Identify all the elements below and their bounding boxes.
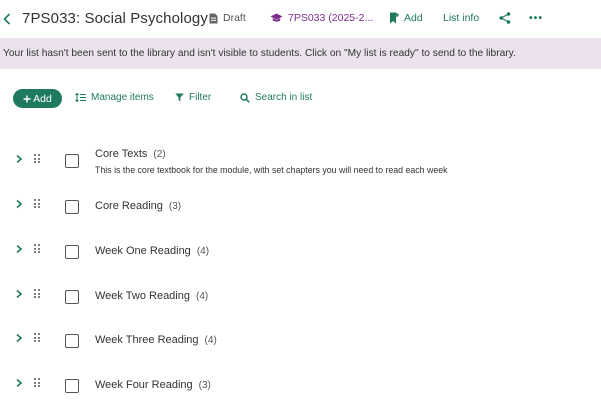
drag-handle-icon[interactable] xyxy=(34,154,40,163)
back-button[interactable] xyxy=(0,8,14,30)
chevron-right-icon[interactable] xyxy=(14,199,24,209)
share-icon xyxy=(499,12,511,24)
add-label: Add xyxy=(404,12,423,24)
section-description: This is the core textbook for the module… xyxy=(95,165,448,175)
filter-label: Filter xyxy=(189,92,212,103)
section-checkbox[interactable] xyxy=(65,245,79,259)
section-title[interactable]: Week Two Reading (4) xyxy=(95,290,208,302)
add-item-label: Add xyxy=(33,92,52,105)
section-title-text: Week One Reading xyxy=(95,245,191,257)
list-title: 7PS033: Social Psychology xyxy=(22,10,208,27)
drag-handle-icon[interactable] xyxy=(34,378,40,387)
module-label: 7PS033 (2025-2... xyxy=(288,12,374,24)
section-checkbox[interactable] xyxy=(65,200,79,214)
section-count: (4) xyxy=(204,335,217,346)
top-bar: 7PS033: Social Psychology Draft 7PS033 (… xyxy=(0,0,601,38)
section-row[interactable]: Week Three Reading (4) xyxy=(0,327,601,357)
section-checkbox[interactable] xyxy=(65,334,79,348)
chevron-right-icon[interactable] xyxy=(14,333,24,343)
add-bookmark-button[interactable]: Add xyxy=(389,12,423,24)
drag-handle-icon[interactable] xyxy=(34,289,40,298)
drag-handle-icon[interactable] xyxy=(34,244,40,253)
filter-icon xyxy=(175,93,184,102)
section-checkbox[interactable] xyxy=(65,379,79,393)
section-title[interactable]: Week Three Reading (4) xyxy=(95,334,217,346)
section-row[interactable]: Core Texts (2) This is the core textbook … xyxy=(0,146,601,176)
draft-status: Draft xyxy=(209,12,246,24)
manage-items-button[interactable]: Manage items xyxy=(75,92,154,103)
section-title-text: Week Four Reading xyxy=(95,379,193,391)
more-options-button[interactable]: ••• xyxy=(529,12,543,24)
banner-text: Your list hasn't been sent to the librar… xyxy=(3,48,516,59)
section-title-text: Week Two Reading xyxy=(95,290,190,302)
graduation-cap-icon xyxy=(270,13,283,22)
chevron-right-icon[interactable] xyxy=(14,289,24,299)
list-info-link[interactable]: List info xyxy=(443,12,479,24)
section-title-text: Core Texts xyxy=(95,148,148,160)
document-icon xyxy=(209,13,218,23)
plus-icon xyxy=(23,95,31,102)
section-title[interactable]: Core Reading (3) xyxy=(95,200,181,212)
more-icon: ••• xyxy=(529,12,544,24)
chevron-right-icon[interactable] xyxy=(14,244,24,254)
search-icon xyxy=(240,92,250,103)
section-count: (4) xyxy=(195,291,209,302)
drag-handle-icon[interactable] xyxy=(34,333,40,342)
list-info-label: List info xyxy=(443,12,480,24)
section-count: (4) xyxy=(196,246,210,257)
chevron-right-icon[interactable] xyxy=(14,154,24,164)
section-checkbox[interactable] xyxy=(65,290,79,304)
module-link[interactable]: 7PS033 (2025-2... xyxy=(270,12,373,24)
section-row[interactable]: Core Reading (3) xyxy=(0,193,601,223)
section-count: (2) xyxy=(153,149,166,160)
notice-banner: Your list hasn't been sent to the librar… xyxy=(0,38,601,69)
chevron-right-icon[interactable] xyxy=(14,378,24,388)
section-title[interactable]: Core Texts (2) xyxy=(95,148,166,160)
section-title-text: Core Reading xyxy=(95,200,163,212)
search-in-list-button[interactable]: Search in list xyxy=(240,92,312,103)
section-row[interactable]: Week Two Reading (4) xyxy=(0,283,601,313)
bookmark-add-icon xyxy=(390,12,399,24)
manage-items-label: Manage items xyxy=(91,92,154,103)
section-title[interactable]: Week One Reading (4) xyxy=(95,245,209,257)
share-button[interactable] xyxy=(499,12,511,24)
chevron-left-icon xyxy=(3,13,11,25)
manage-list-icon xyxy=(75,93,86,102)
search-in-list-label: Search in list xyxy=(255,92,313,103)
filter-button[interactable]: Filter xyxy=(175,92,211,103)
drag-handle-icon[interactable] xyxy=(34,199,40,208)
add-item-button[interactable]: Add xyxy=(13,89,62,108)
section-title-text: Week Three Reading xyxy=(95,334,199,346)
section-title[interactable]: Week Four Reading (3) xyxy=(95,379,211,391)
section-row[interactable]: Week Four Reading (3) xyxy=(0,372,601,402)
draft-label: Draft xyxy=(223,12,246,24)
section-row[interactable]: Week One Reading (4) xyxy=(0,238,601,268)
section-checkbox[interactable] xyxy=(65,154,79,168)
section-count: (3) xyxy=(198,380,211,391)
section-count: (3) xyxy=(168,201,182,212)
